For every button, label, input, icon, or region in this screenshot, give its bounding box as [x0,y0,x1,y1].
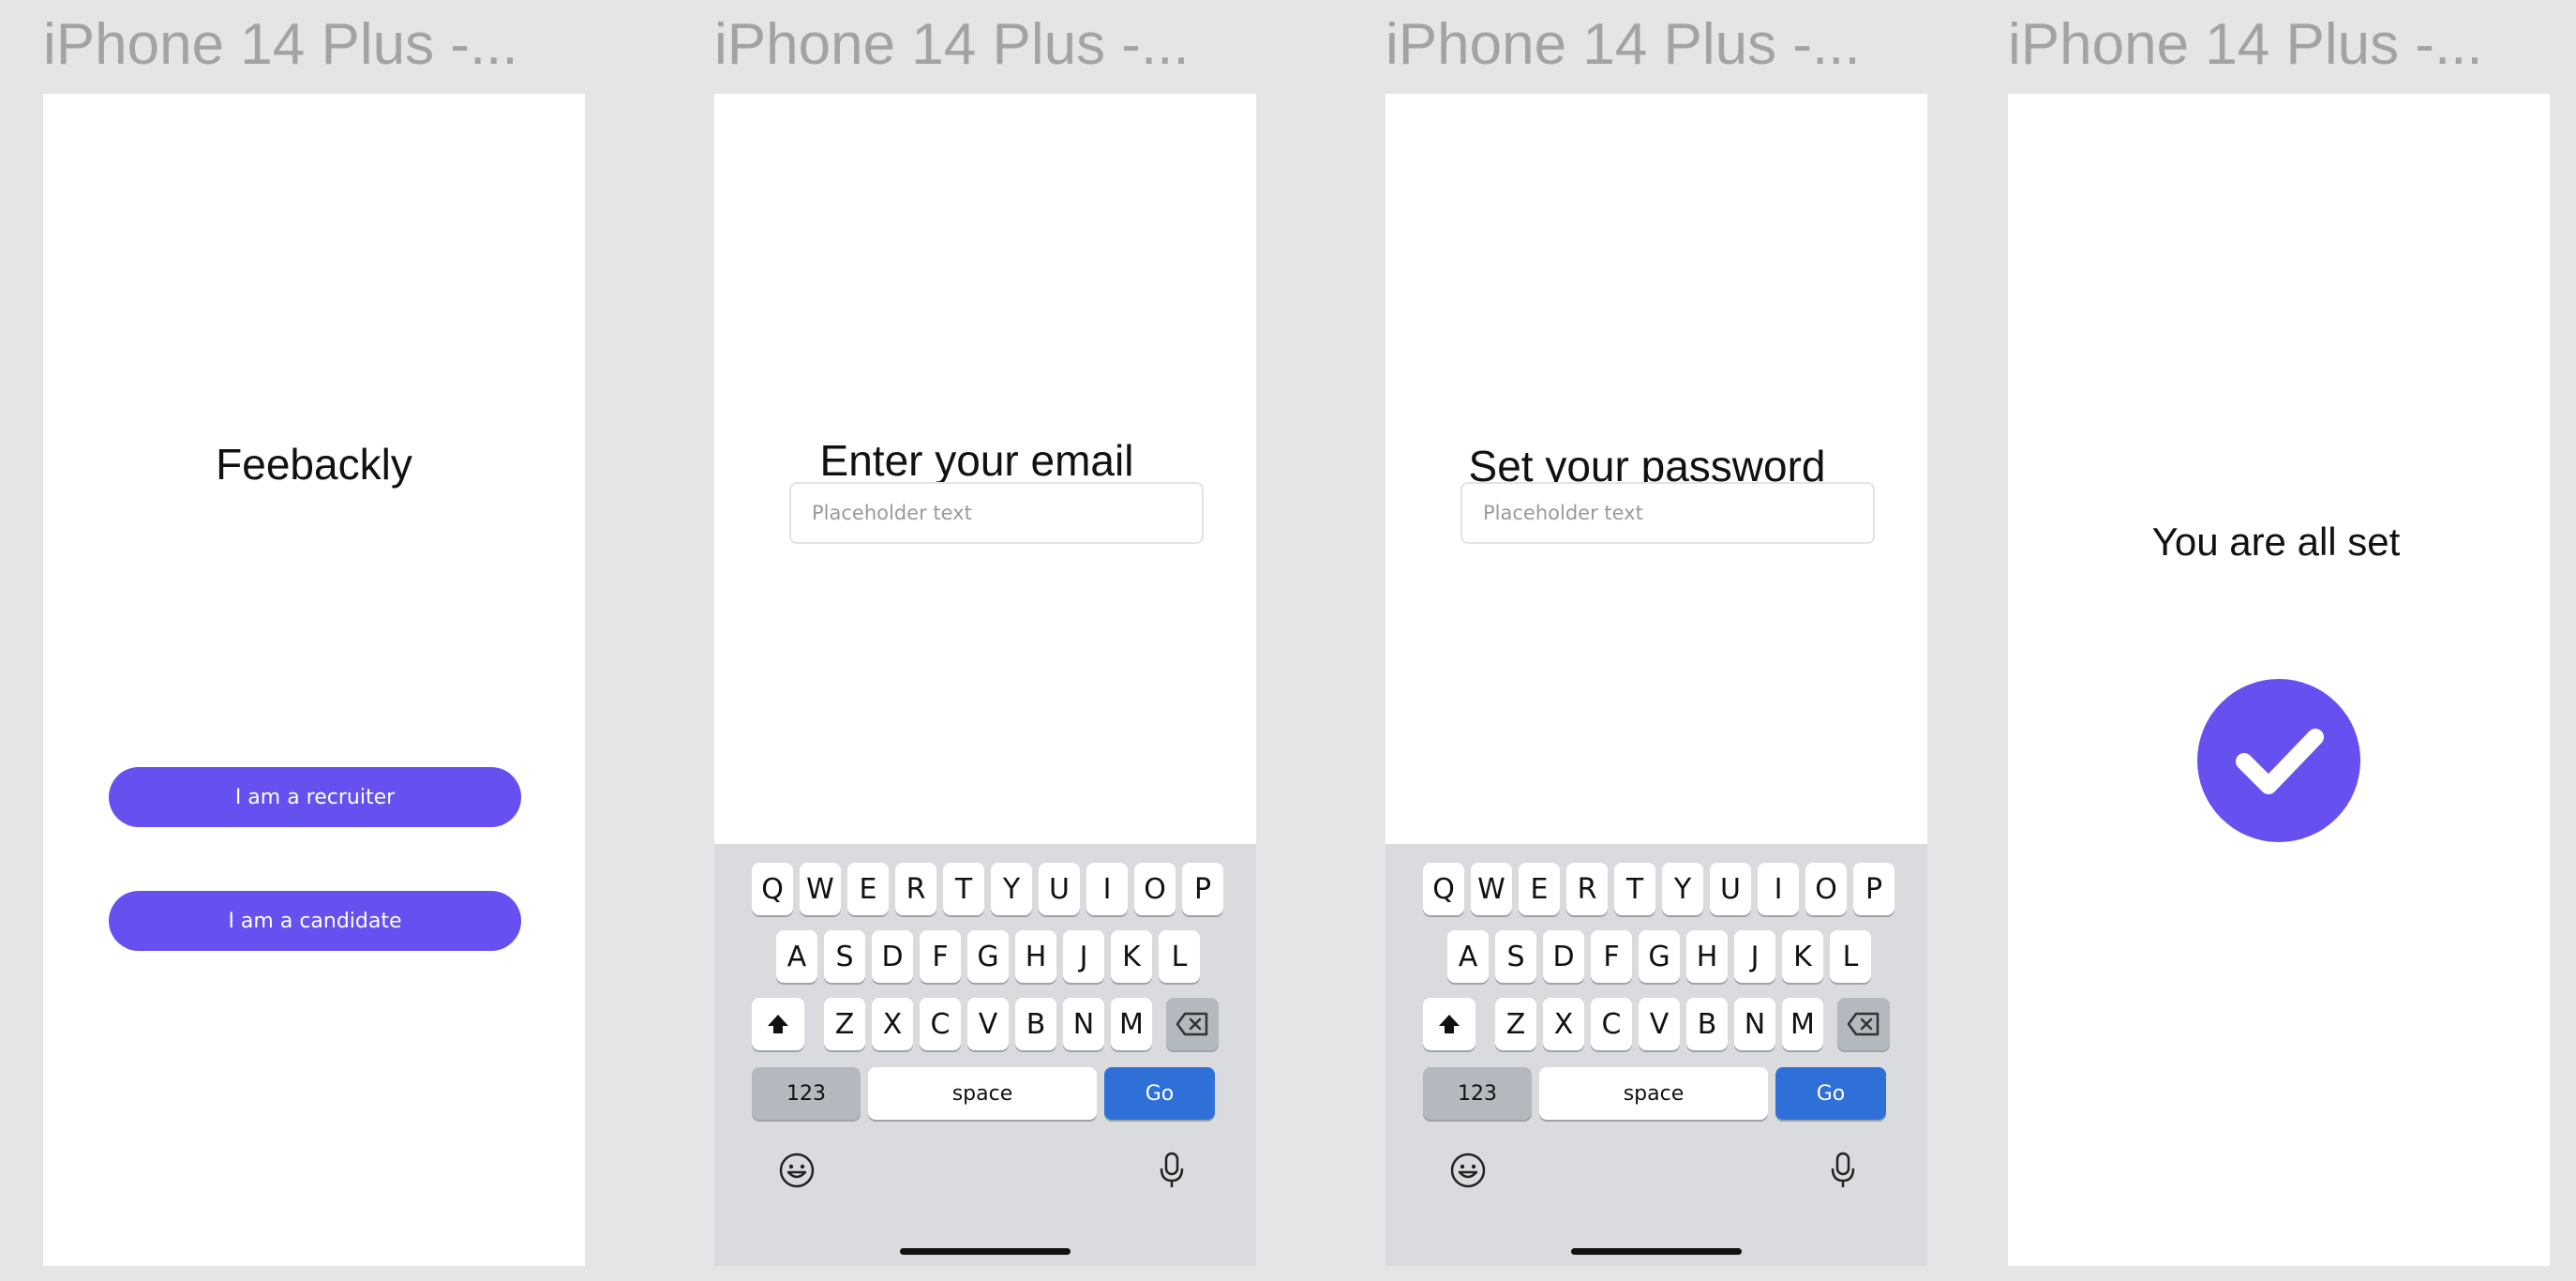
frame-email: Enter your email Placeholder text QWERTY… [714,94,1256,1266]
key-g[interactable]: G [1639,930,1680,983]
key-j[interactable]: J [1063,930,1104,983]
key-b[interactable]: B [1686,998,1728,1050]
key-o[interactable]: O [1134,863,1176,915]
go-key[interactable]: Go [1104,1067,1215,1120]
email-input[interactable]: Placeholder text [789,482,1204,544]
space-key[interactable]: space [1539,1067,1768,1120]
key-c[interactable]: C [920,998,961,1050]
key-h[interactable]: H [1686,930,1728,983]
backspace-key[interactable] [1166,998,1219,1050]
microphone-icon[interactable] [1151,1150,1192,1191]
frame-label-1[interactable]: iPhone 14 Plus -... [43,11,518,78]
backspace-icon [1847,1012,1880,1036]
checkmark-icon [2236,729,2324,794]
key-f[interactable]: F [920,930,961,983]
frame-label-4[interactable]: iPhone 14 Plus -... [2008,11,2483,78]
key-m[interactable]: M [1782,998,1823,1050]
email-title: Enter your email [819,436,1134,485]
key-s[interactable]: S [1495,930,1536,983]
key-l[interactable]: L [1830,930,1871,983]
key-z[interactable]: Z [824,998,865,1050]
home-indicator [1571,1248,1742,1255]
password-input[interactable]: Placeholder text [1460,482,1875,544]
key-u[interactable]: U [1039,863,1080,915]
key-r[interactable]: R [1566,863,1608,915]
key-u[interactable]: U [1710,863,1751,915]
key-l[interactable]: L [1159,930,1200,983]
key-g[interactable]: G [967,930,1009,983]
keyboard: Q W E R T Y U I O P A S D F G H J K L Z X C V B N M 123 space Go [714,844,1256,1266]
key-c[interactable]: C [1591,998,1632,1050]
numbers-key[interactable]: 123 [1423,1067,1532,1120]
backspace-icon [1176,1012,1208,1036]
frame-label-2[interactable]: iPhone 14 Plus -... [714,11,1190,78]
key-z[interactable]: Z [1495,998,1536,1050]
key-k[interactable]: K [1782,930,1823,983]
key-n[interactable]: N [1734,998,1775,1050]
key-e[interactable]: E [847,863,889,915]
key-v[interactable]: V [1639,998,1680,1050]
app-title: Feebackly [216,440,412,489]
key-m[interactable]: M [1111,998,1152,1050]
key-i[interactable]: I [1758,863,1799,915]
space-key[interactable]: space [868,1067,1097,1120]
key-y[interactable]: Y [1662,863,1703,915]
key-f[interactable]: F [1591,930,1632,983]
frame-welcome: Feebackly I am a recruiter I am a candid… [43,94,585,1266]
done-title: You are all set [2151,520,2401,564]
key-b[interactable]: B [1015,998,1056,1050]
emoji-icon[interactable] [1447,1150,1489,1191]
key-k[interactable]: K [1111,930,1152,983]
key-e[interactable]: E [1519,863,1560,915]
shift-icon [768,1015,788,1033]
keyboard: Q W E R T Y U I O P A S D F G H J K L Z X C V B N M 123 space Go [1385,844,1927,1266]
microphone-icon[interactable] [1822,1150,1864,1191]
key-i[interactable]: I [1086,863,1128,915]
home-indicator [900,1248,1071,1255]
key-q[interactable]: Q [752,863,793,915]
key-d[interactable]: D [872,930,913,983]
key-t[interactable]: T [943,863,984,915]
key-a[interactable]: A [776,930,817,983]
go-key[interactable]: Go [1775,1067,1886,1120]
recruiter-button[interactable]: I am a recruiter [109,767,521,827]
candidate-button[interactable]: I am a candidate [109,891,521,951]
key-j[interactable]: J [1734,930,1775,983]
key-x[interactable]: X [1543,998,1584,1050]
key-d[interactable]: D [1543,930,1584,983]
key-h[interactable]: H [1015,930,1056,983]
key-p[interactable]: P [1182,863,1223,915]
frame-password: Set your password Placeholder text QWERT… [1385,94,1927,1266]
key-y[interactable]: Y [991,863,1032,915]
key-o[interactable]: O [1805,863,1847,915]
key-t[interactable]: T [1614,863,1655,915]
key-n[interactable]: N [1063,998,1104,1050]
frame-done: You are all set [2008,94,2550,1266]
key-r[interactable]: R [895,863,936,915]
key-w[interactable]: W [1471,863,1512,915]
shift-icon [1439,1015,1460,1033]
key-x[interactable]: X [872,998,913,1050]
key-w[interactable]: W [800,863,841,915]
key-v[interactable]: V [967,998,1009,1050]
key-s[interactable]: S [824,930,865,983]
emoji-icon[interactable] [776,1150,817,1191]
backspace-key[interactable] [1837,998,1890,1050]
shift-key[interactable] [1423,998,1475,1050]
numbers-key[interactable]: 123 [752,1067,861,1120]
shift-key[interactable] [752,998,804,1050]
checkmark-circle-icon [2197,679,2360,842]
frame-label-3[interactable]: iPhone 14 Plus -... [1385,11,1861,78]
key-q[interactable]: Q [1423,863,1464,915]
key-p[interactable]: P [1853,863,1895,915]
key-a[interactable]: A [1447,930,1489,983]
